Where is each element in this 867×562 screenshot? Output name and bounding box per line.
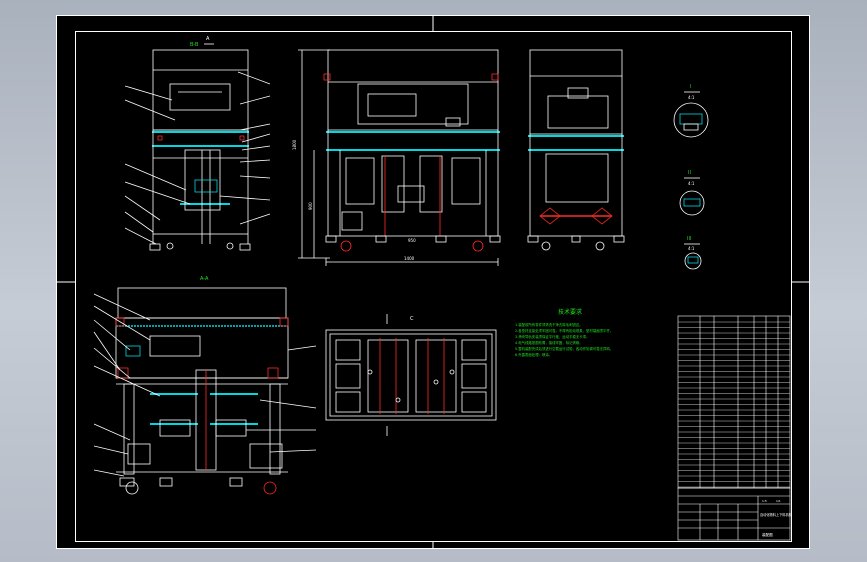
cad-viewport[interactable]: B-B A 1800 900 1400 950 I 4:1 II 4:1 III…	[0, 0, 867, 562]
dim-height-total: 1800	[292, 139, 297, 150]
title-block-sheet: 1/1	[776, 499, 781, 503]
detail-ii-scale: 4:1	[688, 181, 695, 186]
title-block-name: 自动化物料上下料机构	[760, 512, 792, 517]
detail-ii-label: II	[688, 170, 691, 176]
drawing-sheet	[56, 15, 810, 549]
view-label-aa: A-A	[200, 276, 209, 282]
title-block-drawing-no: 装配图	[762, 532, 773, 537]
tech-note-6: 6.外露表面处理：喷涂。	[515, 352, 552, 357]
tech-note-2: 2.各型材连接处须牢固可靠，不得有松动现象，型材端面须平齐。	[515, 328, 613, 333]
tech-title: 技术要求	[558, 308, 582, 316]
dim-front-width: 1400	[404, 256, 415, 261]
tech-note-5: 5.整机装配完成后须进行空载运行试验，各动作协调可靠无异响。	[515, 346, 613, 351]
detail-i-label: I	[690, 84, 691, 90]
detail-iii-label: III	[687, 236, 691, 242]
title-block-scale: 1:5	[762, 499, 767, 503]
drawing-canvas: B-B A 1800 900 1400 950 I 4:1 II 4:1 III…	[56, 15, 810, 549]
tech-note-1: 1.装配前所有零件须清洗干净去除毛刺锐边。	[515, 322, 583, 327]
detail-iii-scale: 4:1	[688, 246, 695, 251]
section-letter-a-top: A	[206, 36, 210, 42]
detail-i-scale: 4:1	[688, 95, 695, 100]
section-letter-c-top: C	[410, 316, 414, 322]
tech-note-4: 4.电气线路按图布置，接线牢固，标记清晰。	[515, 340, 583, 345]
view-label-bb: B-B	[190, 42, 199, 48]
tech-note-3: 3.滑块导轨安装须保证平行度，运动平稳无卡滞。	[515, 334, 589, 339]
dim-height-inner: 900	[308, 202, 313, 210]
dim-front-inner: 950	[408, 238, 416, 243]
